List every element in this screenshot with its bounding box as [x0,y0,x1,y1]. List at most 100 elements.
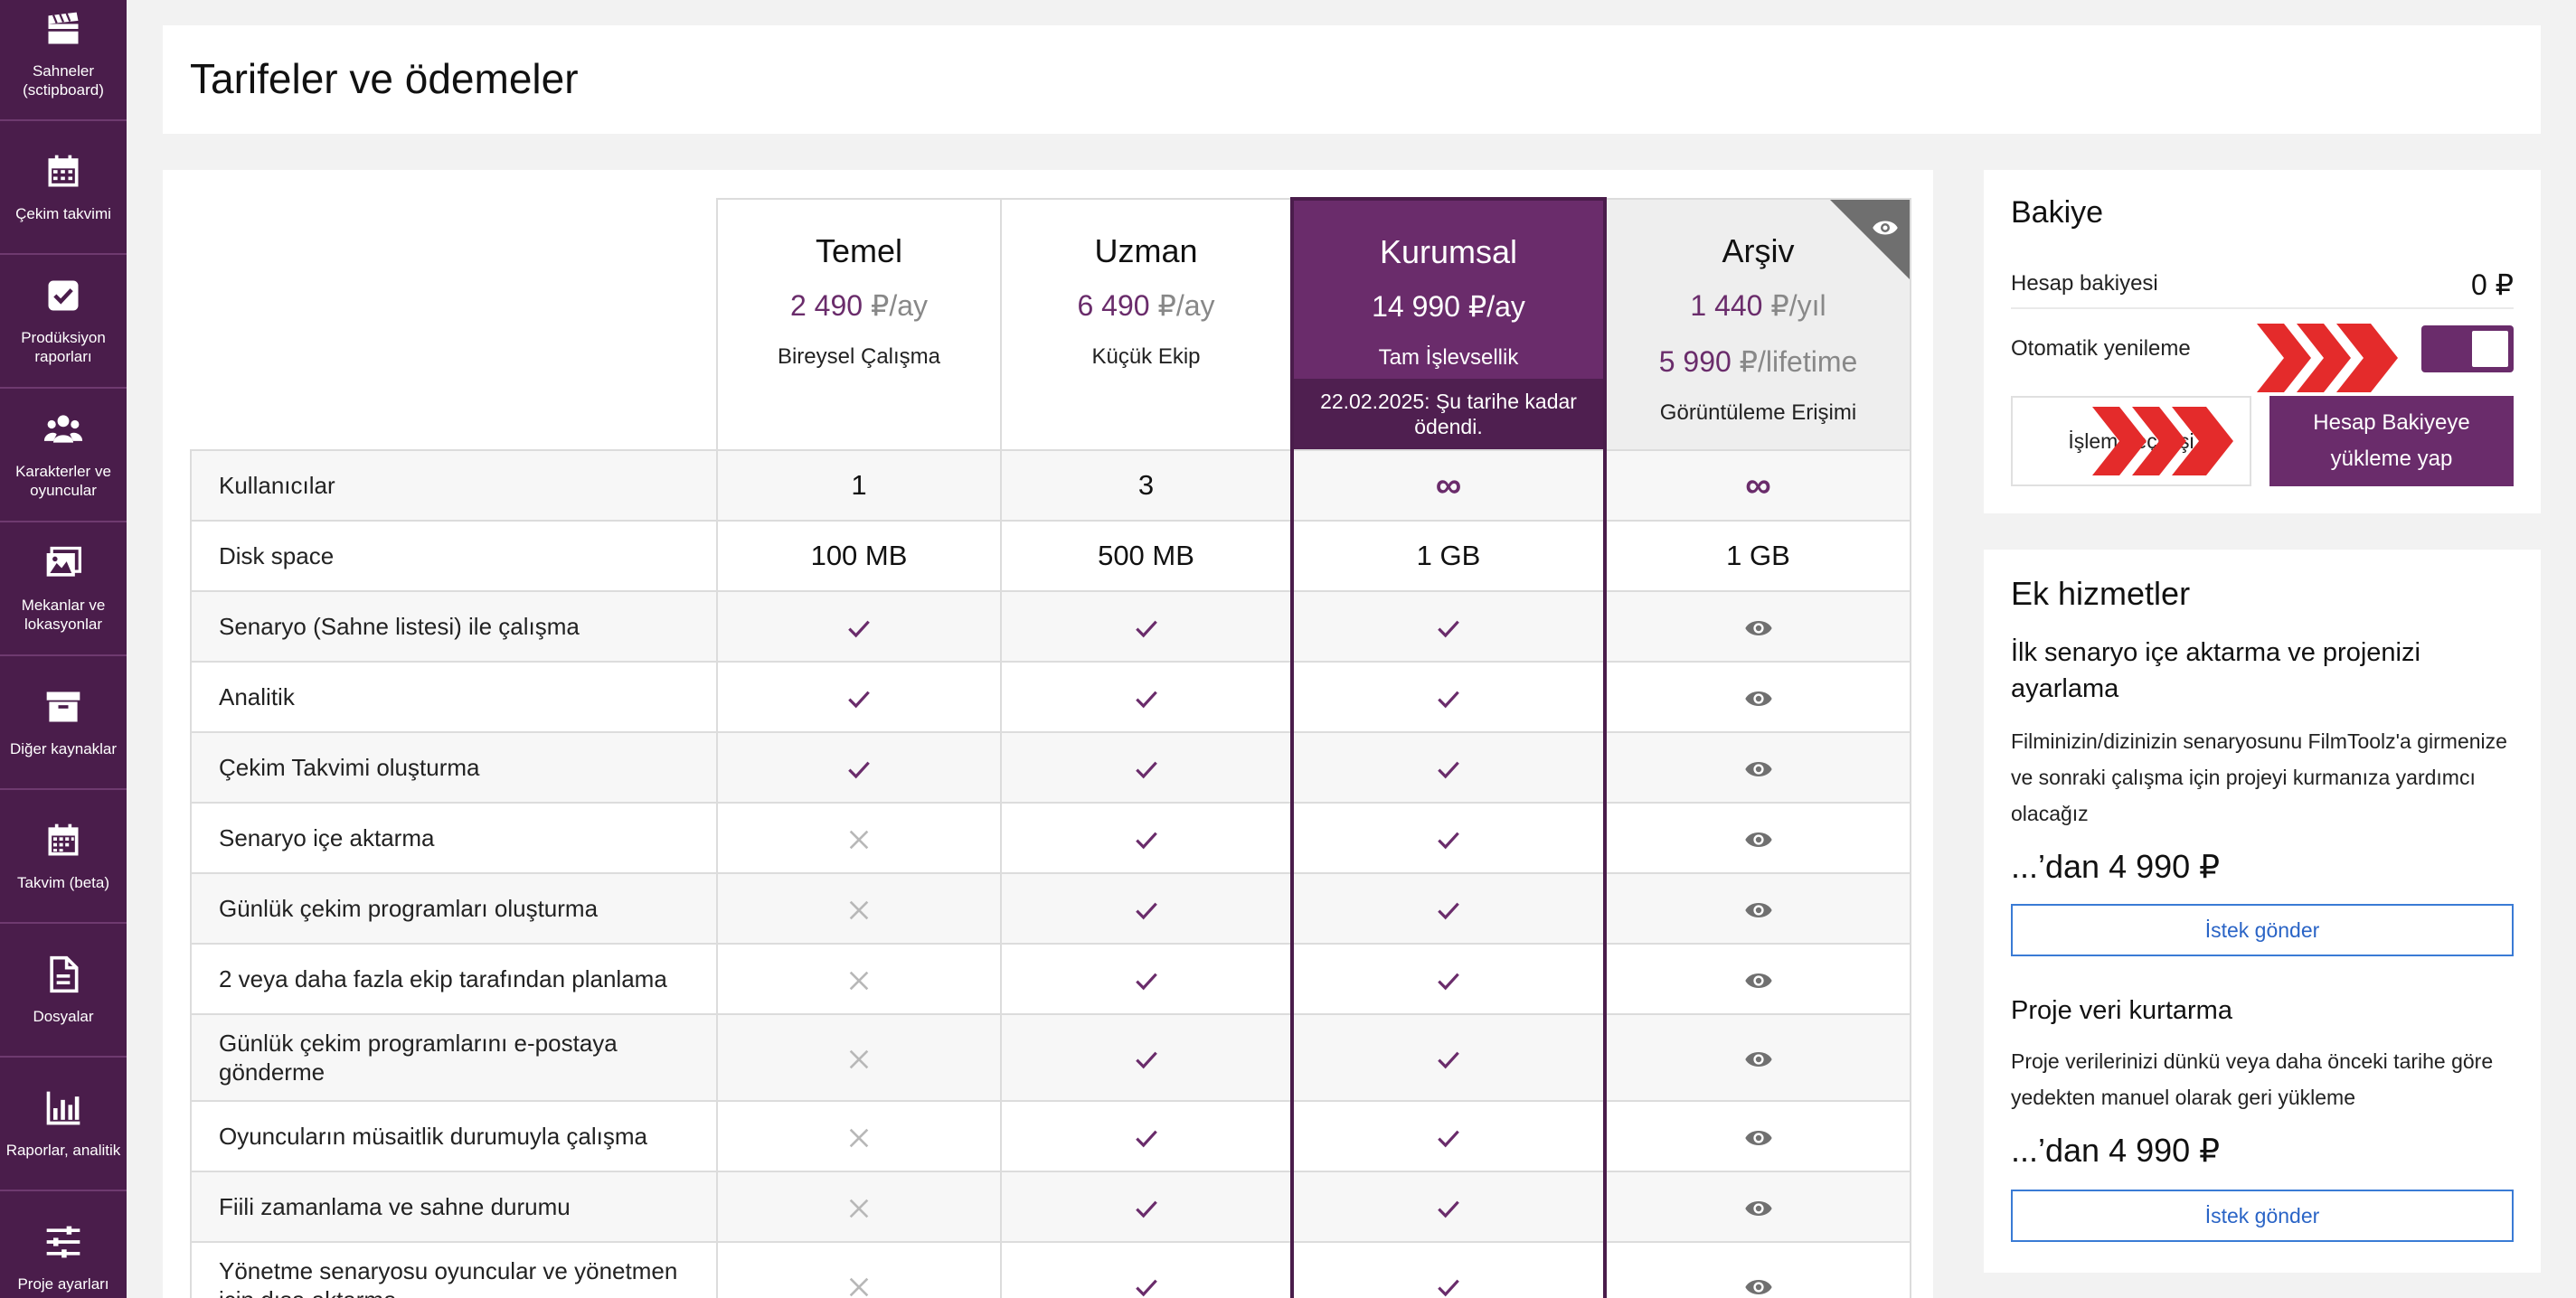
pricing-card: Temel 2 490 ₽/ay Bireysel Çalışma Uzman … [163,170,1933,1298]
eye-icon [1604,731,1911,804]
eye-icon [1604,661,1911,733]
check-icon [1000,1171,1293,1243]
plan-price-unit: ₽/ay [870,289,928,322]
plan-name: Uzman [1094,232,1198,269]
annotation-arrow-icon [2257,324,2398,392]
sidebar-item-label: Takvim (beta) [16,873,110,891]
plan-price-amount: 2 490 [789,289,863,322]
cross-icon [716,872,1002,945]
sidebar-item-locations[interactable]: Mekanlar ve lokasyonlar [0,522,127,656]
sidebar-item-label: Prodüksiyon raporları [21,329,106,365]
eye-icon [1604,1013,1911,1102]
plan-price: 6 490 ₽/ay [1002,288,1290,323]
plan-price-amount: 6 490 [1077,289,1150,322]
sidebar-item-other-resources[interactable]: Diğer kaynaklar [0,656,127,790]
feature-value: 1 [716,449,1002,522]
plan-expert[interactable]: Uzman 6 490 ₽/ay Küçük Ekip [1000,198,1293,451]
clapperboard-icon [48,12,79,44]
page-title: Tarifeler ve ödemeler [190,55,579,102]
plan-price: 2 490 ₽/ay [718,288,1000,323]
request-button-label: İstek gönder [2204,917,2320,942]
plan-archive[interactable]: Arşiv 1 440 ₽/yıl 5 990 ₽/lifetime Görün… [1604,198,1911,451]
check-icon [1290,872,1607,945]
auto-renew-toggle[interactable] [2421,325,2514,372]
feature-label: Yönetme senaryosu oyuncular ve yönetmen … [190,1241,718,1298]
eye-icon [1604,1171,1911,1243]
plan-enterprise[interactable]: Kurumsal 14 990 ₽/ay Tam İşlevsellik 22.… [1290,197,1607,450]
top-up-balance-button[interactable]: Hesap Bakiyeye yükleme yap [2269,396,2514,486]
feature-value: 1 GB [1604,520,1911,592]
check-icon [1000,802,1293,874]
sidebar-item-reports-analytics[interactable]: Raporlar, analitik [0,1058,127,1191]
plan-price-unit: ₽/ay [1467,290,1525,323]
check-icon [1290,590,1607,663]
request-button-label: İstek gönder [2204,1203,2320,1227]
eye-icon [1604,1241,1911,1298]
check-icon [1000,731,1293,804]
service-description: Filminizin/dizinizin senaryosunu FilmToo… [2011,729,2507,825]
table-row: Senaryo içe aktarma [190,802,1911,874]
feature-label: Çekim Takvimi oluşturma [190,731,718,804]
image-icon [46,546,81,577]
send-request-button[interactable]: İstek gönder [2011,1190,2514,1242]
sidebar-item-label: Dosyalar [33,1007,94,1025]
page-header: Tarifeler ve ödemeler [163,25,2541,134]
table-row: Günlük çekim programlarını e-postaya gön… [190,1013,1911,1102]
check-icon [1000,1241,1293,1298]
table-corner [191,199,717,451]
cross-icon [716,1100,1002,1172]
bar-chart-icon [46,1091,80,1124]
plan-price-amount: 14 990 [1372,290,1460,323]
sidebar-item-label: Çekim takvimi [15,204,111,222]
topup-button-label: Hesap Bakiyeye yükleme yap [2313,410,2470,471]
check-icon [1000,590,1293,663]
plan-price-unit: ₽/yıl [1770,289,1826,322]
cross-icon [716,1241,1002,1298]
sidebar-item-calendar-beta[interactable]: Takvim (beta) [0,790,127,924]
check-icon [716,661,1002,733]
table-row: Fiili zamanlama ve sahne durumu [190,1171,1911,1243]
sidebar-item-label: Mekanlar ve lokasyonlar [21,597,106,633]
feature-value: 1 GB [1290,520,1607,592]
feature-label: Oyuncuların müsaitlik durumuyla çalışma [190,1100,718,1172]
table-row: 2 veya daha fazla ekip tarafından planla… [190,943,1911,1015]
check-icon [1000,1100,1293,1172]
feature-label: Fiili zamanlama ve sahne durumu [190,1171,718,1243]
plan-price-lifetime: 5 990 ₽/lifetime [1607,344,1910,379]
sidebar-item-scenes[interactable]: Sahneler (sctipboard) [0,0,127,121]
balance-title: Bakiye [2011,195,2104,230]
feature-label: Senaryo içe aktarma [190,802,718,874]
sidebar-item-files[interactable]: Dosyalar [0,924,127,1058]
cross-icon [716,802,1002,874]
table-row: Kullanıcılar 1 3 ∞ ∞ [190,449,1911,522]
table-row: Günlük çekim programları oluşturma [190,872,1911,945]
calendar-icon [48,155,79,186]
plan-price-unit: ₽/lifetime [1739,345,1858,378]
service-title: Proje veri kurtarma [2011,996,2232,1025]
paid-until-note: 22.02.2025: Şu tarihe kadar ödendi. [1294,379,1603,449]
sidebar-item-label: Diğer kaynaklar [9,739,118,757]
check-icon [1290,1013,1607,1102]
table-row: Disk space 100 MB 500 MB 1 GB 1 GB [190,520,1911,592]
annotation-arrow-icon [2092,407,2233,475]
sidebar-item-production-reports[interactable]: Prodüksiyon raporları [0,255,127,389]
check-icon [716,731,1002,804]
sidebar-item-characters[interactable]: Karakterler ve oyuncular [0,389,127,522]
feature-label: 2 veya daha fazla ekip tarafından planla… [190,943,718,1015]
balance-card: Bakiye Hesap bakiyesi 0 ₽ Otomatik yenil… [1984,170,2541,513]
check-icon [716,590,1002,663]
plan-basic[interactable]: Temel 2 490 ₽/ay Bireysel Çalışma [716,198,1002,451]
extra-services-card: Ek hizmetler İlk senaryo içe aktarma ve … [1984,550,2541,1273]
check-icon [1290,1241,1607,1298]
sidebar-item-shooting-schedule[interactable]: Çekim takvimi [0,121,127,255]
account-balance-row: Hesap bakiyesi 0 ₽ [2011,268,2514,309]
sidebar-item-project-settings[interactable]: Proje ayarları [0,1191,127,1298]
send-request-button[interactable]: İstek gönder [2011,904,2514,956]
infinity-icon: ∞ [1745,465,1771,505]
plan-name: Temel [815,232,903,269]
plans-table: Temel 2 490 ₽/ay Bireysel Çalışma Uzman … [190,197,1911,1298]
feature-value: 100 MB [716,520,1002,592]
check-icon [1290,802,1607,874]
plan-price-unit: ₽/ay [1157,289,1215,322]
calendar-grid-icon [48,823,79,855]
